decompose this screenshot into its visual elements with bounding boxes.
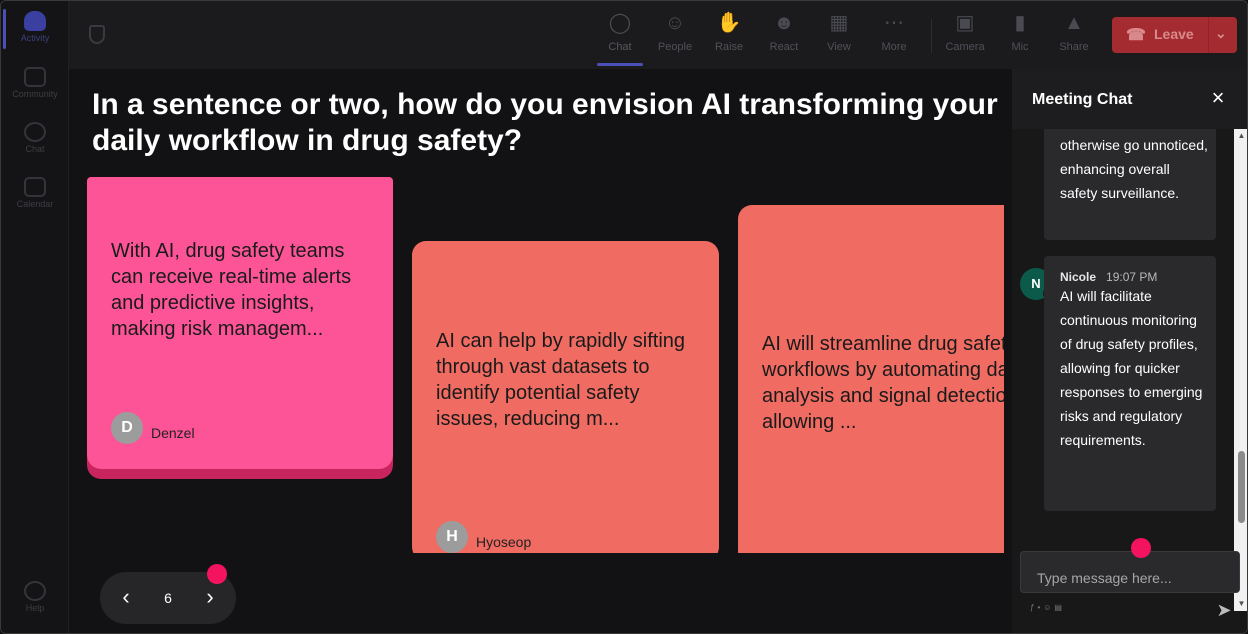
mic-icon: ▮ [1014, 12, 1026, 34]
card-text: With AI, drug safety teams can receive r… [111, 240, 352, 340]
chevron-down-icon[interactable]: ⌄ [1215, 25, 1227, 42]
rail-item-label: Help [25, 603, 45, 613]
meeting-window: Activity Community Chat Calendar Help ◯ … [0, 0, 1248, 634]
chat-icon [24, 122, 46, 142]
camera-button[interactable]: ▣ Camera [940, 11, 990, 53]
toolbar-divider [931, 19, 932, 53]
rail-item-calendar[interactable]: Calendar [1, 177, 69, 209]
chat-scrollbar[interactable]: ▲ ▼ [1234, 129, 1247, 611]
chat-icon: ◯ [608, 12, 632, 34]
chat-message: otherwise go unnoticed, enhancing overal… [1044, 129, 1216, 240]
rail-item-label: Chat [25, 144, 45, 154]
next-page-button[interactable]: › [196, 584, 224, 612]
chat-message: Nicole 19:07 PM AI will facilitate contin… [1044, 256, 1216, 511]
question-title: In a sentence or two, how do you envisio… [92, 88, 998, 157]
chat-button-label: Chat [608, 41, 632, 53]
raise-hand-button[interactable]: ✋ Raise [704, 11, 754, 53]
rail-item-community[interactable]: Community [1, 67, 69, 99]
bell-icon [24, 11, 46, 31]
meeting-chat-panel: Meeting Chat × otherwise go unnoticed, e… [1012, 69, 1247, 633]
more-button[interactable]: ⋯ More [869, 11, 919, 53]
rail-item-chat[interactable]: Chat [1, 122, 69, 154]
community-icon [24, 67, 46, 87]
notification-dot [1131, 538, 1151, 558]
mic-button-label: Mic [1011, 41, 1029, 53]
notification-dot [207, 564, 227, 584]
share-button[interactable]: ▲ Share [1049, 11, 1099, 53]
view-button-label: View [827, 41, 851, 53]
leave-button[interactable]: ☎ Leave ⌄ [1112, 17, 1237, 53]
calendar-icon [24, 177, 46, 197]
app-rail: Activity Community Chat Calendar Help [1, 1, 69, 633]
shield-icon[interactable] [89, 25, 105, 44]
leave-divider [1208, 17, 1209, 53]
previous-page-button[interactable]: ‹ [112, 584, 140, 612]
rail-item-help[interactable]: Help [1, 581, 69, 613]
response-card[interactable]: With AI, drug safety teams can receive r… [87, 177, 393, 479]
react-button[interactable]: ☻ React [759, 11, 809, 53]
response-card-face: With AI, drug safety teams can receive r… [87, 177, 393, 469]
scroll-down-arrow-icon[interactable]: ▼ [1234, 597, 1247, 611]
raise-button-label: Raise [714, 41, 744, 53]
people-button-label: People [657, 41, 693, 53]
chat-title: Meeting Chat [1032, 91, 1133, 108]
camera-off-icon: ▣ [955, 12, 975, 34]
message-input[interactable] [1020, 551, 1240, 593]
scroll-up-arrow-icon[interactable]: ▲ [1234, 129, 1247, 143]
send-icon[interactable]: ➤ [1212, 599, 1236, 621]
response-card[interactable]: AI will streamline drug safety workflows… [738, 205, 1004, 553]
chat-messages: otherwise go unnoticed, enhancing overal… [1012, 129, 1234, 611]
camera-button-label: Camera [945, 41, 985, 53]
mic-button[interactable]: ▮ Mic [995, 11, 1045, 53]
rail-item-activity[interactable]: Activity [1, 11, 69, 43]
chat-button[interactable]: ◯ Chat [595, 11, 645, 53]
message-text: otherwise go unnoticed, enhancing overal… [1060, 137, 1208, 201]
card-text: AI can help by rapidly sifting through v… [436, 330, 686, 430]
smiley-icon: ☻ [773, 12, 795, 34]
meeting-toolbar: ◯ Chat ☺ People ✋ Raise ☻ React ▦ View ⋯… [69, 1, 1247, 69]
rail-item-label: Activity [20, 33, 50, 43]
avatar: D [111, 412, 143, 444]
author-name: Denzel [151, 425, 195, 441]
share-button-label: Share [1059, 41, 1089, 53]
chat-active-underline [597, 63, 643, 66]
close-icon[interactable]: × [1208, 87, 1228, 109]
hand-icon: ✋ [716, 12, 742, 34]
message-sender: Nicole [1060, 270, 1097, 284]
leave-button-label: Leave [1154, 26, 1194, 42]
message-time: 19:07 PM [1106, 270, 1158, 284]
people-icon: ☺ [664, 12, 686, 34]
more-dots-icon: ⋯ [884, 12, 904, 34]
rail-item-label: Community [12, 89, 58, 99]
chat-header: Meeting Chat × [1012, 69, 1247, 129]
react-button-label: React [769, 41, 799, 53]
share-icon: ▲ [1064, 12, 1084, 34]
hang-up-icon: ☎ [1126, 27, 1146, 44]
formatting-icons[interactable]: ƒ•☺▤ [1030, 603, 1065, 612]
more-button-label: More [881, 41, 907, 53]
people-button[interactable]: ☺ People [650, 11, 700, 53]
card-text: AI will streamline drug safety workflows… [762, 333, 1004, 433]
message-text: AI will facilitate continuous monitoring… [1060, 288, 1203, 448]
view-button[interactable]: ▦ View [814, 11, 864, 53]
response-card[interactable]: AI can help by rapidly sifting through v… [412, 241, 719, 553]
response-cards: With AI, drug safety teams can receive r… [69, 171, 1004, 553]
page-number: 6 [164, 590, 172, 606]
grid-icon: ▦ [829, 12, 849, 34]
author-name: Hyoseop [476, 534, 532, 550]
scrollbar-thumb[interactable] [1238, 451, 1245, 523]
avatar: H [436, 521, 468, 553]
help-icon [24, 581, 46, 601]
rail-item-label: Calendar [16, 199, 54, 209]
